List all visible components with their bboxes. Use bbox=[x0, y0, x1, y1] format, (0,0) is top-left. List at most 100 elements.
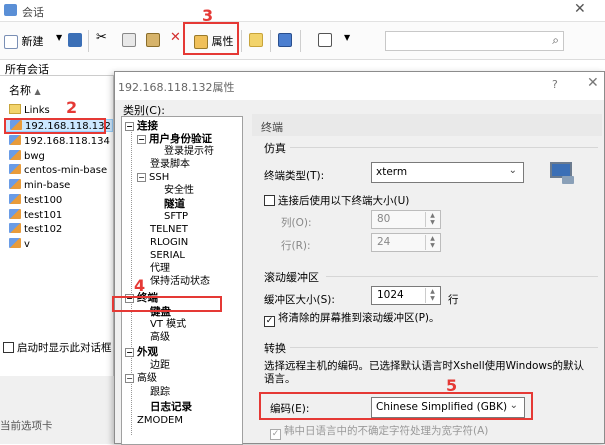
highlight-box-encoding bbox=[259, 392, 533, 420]
tree-node-label: 跟踪 bbox=[150, 387, 170, 398]
collapse-icon: − bbox=[125, 122, 134, 131]
list-item-label: v bbox=[24, 239, 30, 250]
name-column-header[interactable]: 名称 ▲ bbox=[9, 82, 41, 98]
list-item[interactable]: test102 bbox=[9, 223, 62, 236]
tree-node-advanced[interactable]: − 高级 bbox=[125, 373, 157, 385]
terminal-type-label: 终端类型(T): bbox=[264, 170, 325, 182]
tree-node-security[interactable]: 安全性 bbox=[164, 185, 194, 197]
tree-node-label: 代理 bbox=[150, 263, 170, 274]
cols-label: 列(O): bbox=[281, 217, 312, 229]
tree-node-terminal-advanced[interactable]: 高级 bbox=[150, 332, 170, 344]
list-item[interactable]: test101 bbox=[9, 209, 62, 222]
tree-node-proxy[interactable]: 代理 bbox=[150, 263, 170, 275]
delete-icon: ✕ bbox=[170, 30, 181, 45]
session-icon bbox=[9, 209, 21, 219]
tree-node-connection[interactable]: − 连接 bbox=[125, 120, 158, 132]
tree-node-vt-modes[interactable]: VT 模式 bbox=[150, 319, 186, 331]
buffer-size-stepper[interactable]: 1024 ▲ ▼ bbox=[371, 286, 441, 305]
cjk-ambiguous-label: 韩中日语言中的不确定字符处理为宽字符(A) bbox=[284, 425, 489, 437]
close-icon[interactable]: ✕ bbox=[587, 75, 599, 91]
cjk-ambiguous-checkbox[interactable]: ✓ 韩中日语言中的不确定字符处理为宽字符(A) bbox=[270, 423, 488, 440]
checkbox-box bbox=[3, 342, 14, 353]
highlight-box-properties bbox=[183, 22, 239, 55]
search-input[interactable]: ⌕ bbox=[385, 31, 564, 51]
new-dropdown-icon[interactable]: ▼ bbox=[56, 33, 62, 42]
list-item[interactable]: min-base bbox=[9, 179, 70, 192]
delete-button[interactable]: ✕ bbox=[170, 30, 181, 45]
tree-node-keep-alive[interactable]: 保持活动状态 bbox=[150, 276, 210, 288]
tree-node-logging[interactable]: 日志记录 bbox=[150, 401, 192, 413]
dialog-title: 192.168.118.132属性 bbox=[118, 81, 235, 94]
spinner-arrows-icon[interactable]: ▲ ▼ bbox=[425, 235, 439, 250]
toolbar-divider bbox=[88, 30, 89, 52]
tree-node-label: RLOGIN bbox=[150, 237, 189, 248]
layout-button[interactable] bbox=[278, 33, 292, 47]
save-button[interactable] bbox=[68, 33, 82, 47]
custom-size-checkbox[interactable]: 连接后使用以下终端大小(U) bbox=[264, 193, 409, 208]
scrollback-group-title: 滚动缓冲区 bbox=[264, 271, 319, 284]
close-icon[interactable]: ✕ bbox=[574, 1, 586, 17]
tree-node-login-prompts[interactable]: 登录提示符 bbox=[164, 146, 214, 158]
list-view-icon bbox=[318, 33, 332, 47]
tree-node-login-scripts[interactable]: 登录脚本 bbox=[150, 159, 190, 171]
new-button[interactable]: 新建 bbox=[4, 33, 44, 49]
list-item[interactable]: test100 bbox=[9, 194, 62, 207]
new-label: 新建 bbox=[21, 35, 44, 48]
cut-button[interactable]: ✂ bbox=[96, 30, 107, 45]
tree-node-label: VT 模式 bbox=[150, 319, 187, 330]
emulation-group-title: 仿真 bbox=[264, 142, 286, 155]
copy-button[interactable] bbox=[122, 33, 136, 47]
tree-node-sftp[interactable]: SFTP bbox=[164, 211, 188, 223]
tree-node-margins[interactable]: 边距 bbox=[150, 360, 170, 372]
list-item[interactable]: bwg bbox=[9, 150, 45, 163]
properties-dialog: 192.168.118.132属性 ? ✕ 类别(C): − 连接 − 用户身份验证… bbox=[114, 71, 605, 445]
list-item-label: min-base bbox=[24, 180, 71, 191]
terminal-type-select[interactable]: xterm ⌄ bbox=[371, 162, 524, 183]
spinner-arrows-icon[interactable]: ▲ ▼ bbox=[425, 212, 439, 227]
annotation-number: 4 bbox=[134, 276, 146, 295]
tree-node-ssh[interactable]: − SSH bbox=[137, 172, 169, 184]
push-screen-checkbox[interactable]: ✓ 将清除的屏幕推到滚动缓冲区(P)。 bbox=[264, 310, 440, 327]
collapse-icon: − bbox=[125, 374, 134, 383]
tree-node-label: 用户身份验证 bbox=[149, 133, 212, 145]
tree-node-rlogin[interactable]: RLOGIN bbox=[150, 237, 188, 249]
tree-node-tunneling[interactable]: 隧道 bbox=[164, 198, 185, 210]
session-icon bbox=[9, 135, 21, 145]
collapse-icon: − bbox=[137, 135, 146, 144]
list-item[interactable]: v bbox=[9, 238, 30, 251]
checkbox-box bbox=[264, 195, 275, 206]
group-divider bbox=[290, 347, 598, 348]
search-icon: ⌕ bbox=[552, 33, 559, 47]
push-screen-label: 将清除的屏幕推到滚动缓冲区(P)。 bbox=[278, 312, 440, 324]
list-item[interactable]: centos-min-base bbox=[9, 164, 107, 177]
open-folder-button[interactable] bbox=[249, 33, 263, 47]
startup-checkbox[interactable]: 启动时显示此对话框 bbox=[3, 340, 112, 355]
tree-node-auth[interactable]: − 用户身份验证 bbox=[137, 133, 212, 145]
spinner-arrows-icon[interactable]: ▲ ▼ bbox=[425, 288, 439, 303]
paste-icon bbox=[146, 33, 160, 47]
collapse-icon: − bbox=[137, 173, 146, 182]
section-header: 终端 bbox=[252, 114, 602, 136]
tree-node-label: 连接 bbox=[137, 120, 158, 132]
save-icon bbox=[68, 33, 82, 47]
rows-label: 行(R): bbox=[281, 240, 311, 252]
tree-node-label: 高级 bbox=[137, 373, 157, 384]
cols-stepper[interactable]: 80 ▲ ▼ bbox=[371, 210, 441, 229]
session-icon bbox=[9, 223, 21, 233]
translation-group-title: 转换 bbox=[264, 342, 286, 355]
tree-node-serial[interactable]: SERIAL bbox=[150, 250, 185, 262]
help-button[interactable]: ? bbox=[552, 78, 558, 91]
tree-node-appearance[interactable]: − 外观 bbox=[125, 346, 158, 358]
rows-stepper[interactable]: 24 ▲ ▼ bbox=[371, 233, 441, 252]
tree-node-zmodem[interactable]: ZMODEM bbox=[137, 415, 183, 427]
view-dropdown-icon[interactable]: ▼ bbox=[344, 33, 350, 42]
highlight-box-terminal bbox=[112, 296, 222, 312]
list-item[interactable]: Links bbox=[9, 104, 50, 117]
toolbar-divider bbox=[300, 30, 301, 52]
tree-node-telnet[interactable]: TELNET bbox=[150, 224, 188, 236]
paste-button[interactable] bbox=[146, 33, 160, 47]
list-item[interactable]: 192.168.118.134 bbox=[9, 135, 110, 148]
tree-node-label: 登录脚本 bbox=[150, 159, 190, 170]
tree-node-trace[interactable]: 跟踪 bbox=[150, 387, 170, 399]
view-button[interactable] bbox=[318, 33, 332, 47]
